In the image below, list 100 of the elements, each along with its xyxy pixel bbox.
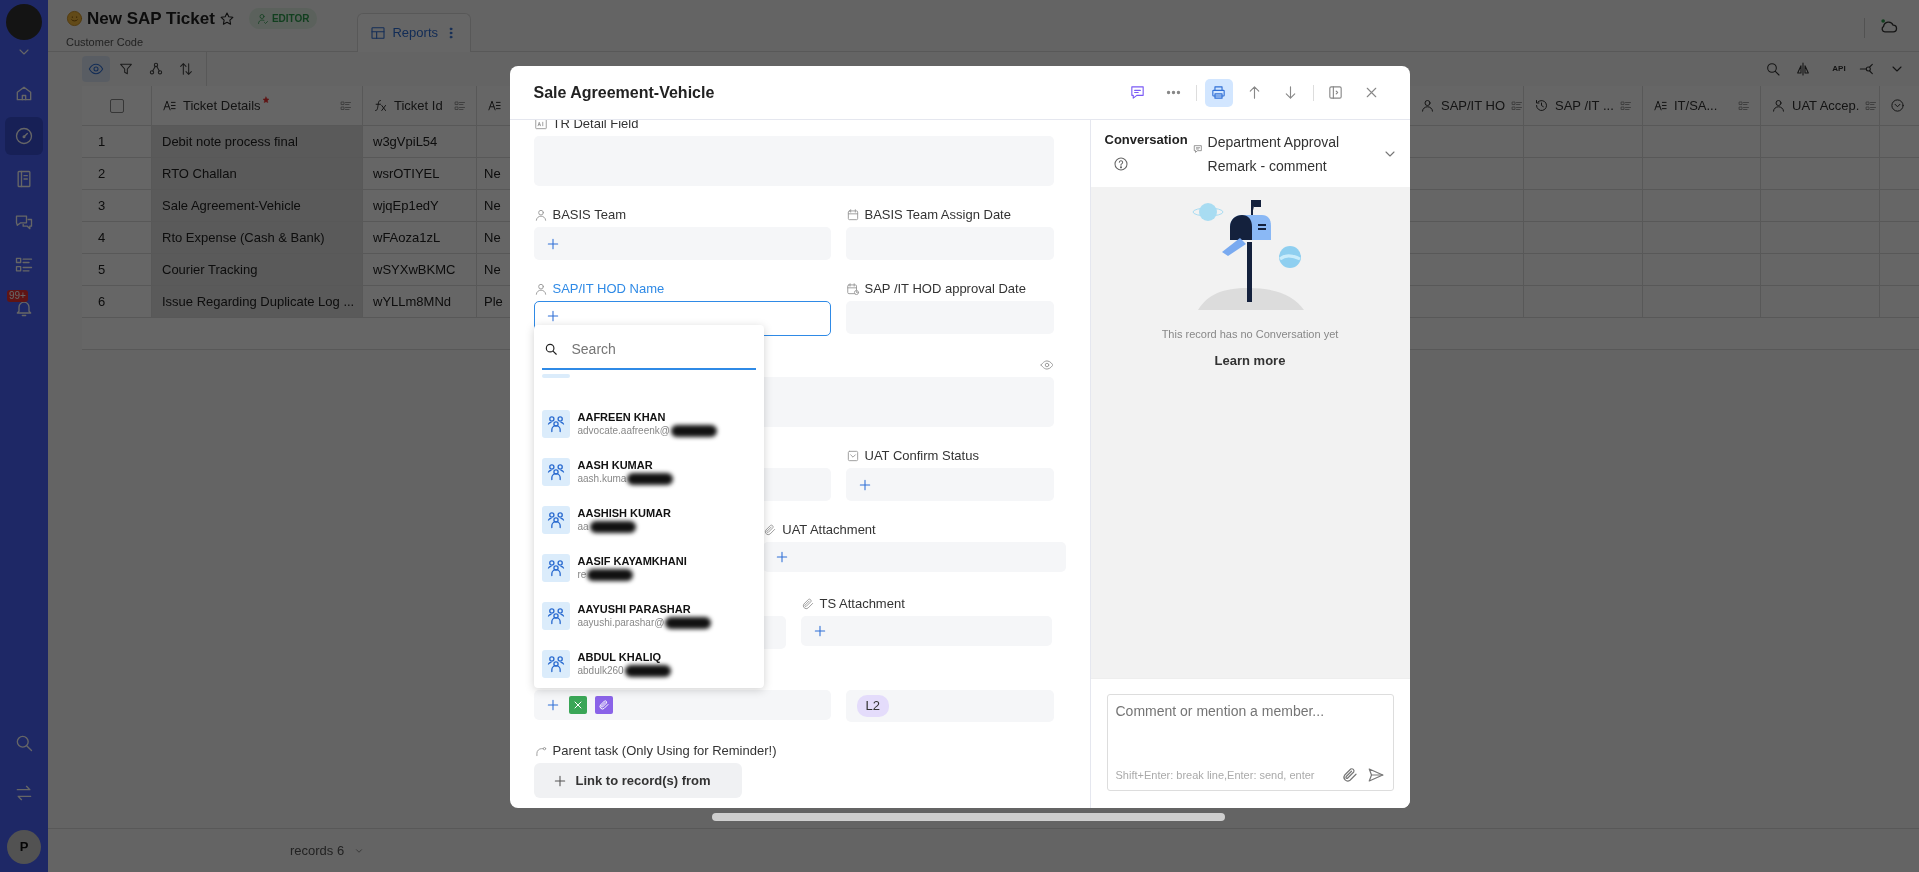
member-email: aa — [577, 520, 589, 534]
column-header[interactable]: UAT Accep. — [1792, 95, 1860, 116]
table-cell-text: RTO Challan — [162, 164, 237, 183]
sort-icon — [178, 61, 194, 77]
row-number: 3 — [98, 196, 106, 215]
gauge-icon — [14, 126, 34, 146]
search-input[interactable]: Search — [569, 337, 720, 361]
column-menu-icon[interactable] — [454, 99, 466, 112]
paperclip-icon — [800, 597, 815, 611]
input-field[interactable] — [533, 227, 831, 260]
search-icon — [543, 342, 558, 356]
sidebar-button[interactable] — [5, 117, 43, 155]
table-cell-text: Rto Expense (Cash & Bank) — [162, 228, 325, 247]
list-item-edge — [541, 374, 570, 378]
member-option[interactable]: AASIF KAYAMKHANI re — [541, 552, 756, 600]
help-icon[interactable] — [1112, 155, 1129, 172]
filter-icon — [118, 61, 134, 77]
group-avatar-icon — [541, 506, 570, 534]
sidebar-button[interactable]: 99+ — [5, 289, 43, 327]
table-cell-text: Ne — [484, 196, 501, 215]
swap-arrows-icon[interactable] — [14, 783, 34, 803]
group-avatar-icon — [541, 650, 570, 678]
search-icon[interactable] — [14, 733, 34, 753]
toolbar-button[interactable] — [82, 56, 110, 82]
member-email: re — [577, 568, 587, 582]
connector-icon[interactable] — [1859, 61, 1875, 77]
field-label: SAP/IT HOD Name — [552, 280, 665, 299]
view-label: Reports — [392, 24, 438, 43]
column-header[interactable]: SAP /IT ... — [1555, 95, 1614, 116]
filter-comment-icon — [1192, 144, 1203, 154]
column-menu-icon[interactable] — [1865, 99, 1878, 112]
column-menu-icon[interactable] — [1620, 99, 1632, 112]
row-number: 2 — [98, 164, 106, 183]
member-email: aayushi.parashar@ — [577, 616, 665, 630]
avatar[interactable] — [6, 4, 42, 40]
role-badge: EDITOR — [248, 8, 318, 30]
conversation-filter[interactable]: Department Approval Remark - comment — [1207, 130, 1368, 187]
column-header[interactable]: Ticket Details — [183, 95, 261, 116]
redaction-mark — [627, 473, 674, 485]
member-name: AAFREEN KHAN — [577, 410, 667, 424]
notification-badge: 99+ — [7, 290, 28, 302]
comment-field[interactable]: Comment or mention a member... Shift+Enter: break line,Enter: send, enter — [1106, 694, 1394, 791]
input-field[interactable] — [800, 616, 1052, 646]
history-icon — [1534, 98, 1549, 113]
star-icon[interactable] — [218, 10, 235, 27]
column-menu-icon[interactable] — [340, 99, 352, 112]
member-name: AASHISH KUMAR — [577, 506, 671, 520]
level-tag: L2 — [856, 695, 889, 717]
column-header[interactable]: SAP/IT HO — [1441, 95, 1506, 116]
formula-icon — [373, 98, 388, 113]
learn-more-link[interactable]: Learn more — [1214, 350, 1286, 370]
member-option[interactable]: AAYUSHI PARASHAR aayushi.parashar@ — [541, 600, 756, 648]
link-file-icon[interactable] — [594, 696, 613, 714]
member-option[interactable]: ABDUL KHALIQ abdulk260 — [541, 648, 756, 688]
view-tab[interactable]: Reports — [357, 13, 471, 52]
column-header[interactable]: IT/SA... — [1674, 95, 1718, 116]
empty-state-text: This record has no Conversation yet — [1161, 327, 1339, 342]
row-number: 5 — [98, 260, 106, 279]
group-avatar-icon — [541, 410, 570, 438]
person-icon — [1771, 98, 1786, 113]
table-cell-text: Ne — [484, 164, 501, 183]
member-option[interactable]: AASHISH KUMAR aa — [541, 504, 756, 552]
spreadsheet-file-icon[interactable] — [568, 696, 587, 714]
field-label: SAP /IT HOD approval Date — [864, 280, 1026, 299]
send-icon[interactable] — [1366, 766, 1385, 784]
redaction-mark — [587, 569, 634, 581]
calendar-clock-icon — [845, 282, 860, 296]
field-label: UAT Confirm Status — [864, 447, 979, 466]
member-option[interactable]: AASH KUMAR aash.kuma — [541, 456, 756, 504]
records-count: records 6 — [290, 841, 345, 860]
member-email: advocate.aafreenk@ — [577, 424, 670, 438]
grid-icon — [370, 25, 387, 41]
group-avatar-icon — [541, 458, 570, 486]
subtitle: Customer Code — [66, 34, 145, 50]
eye-icon[interactable] — [1039, 358, 1054, 372]
user-avatar[interactable]: P — [7, 830, 41, 864]
column-header[interactable]: Ticket Id — [394, 95, 443, 116]
redaction-mark — [665, 617, 712, 629]
redaction-mark — [670, 425, 717, 437]
field-label: UAT Attachment — [782, 521, 876, 540]
link-record-button[interactable]: Link to record(s) from — [533, 763, 742, 798]
input-field[interactable]: L2 — [845, 690, 1054, 722]
column-menu-icon[interactable] — [1738, 99, 1750, 112]
person-icon — [533, 282, 548, 296]
input-field[interactable] — [763, 542, 1066, 572]
mirror-triangles-icon[interactable] — [1795, 61, 1811, 77]
table-cell-text: wsrOTIYEL — [373, 164, 440, 183]
text-field-icon — [1653, 98, 1668, 113]
member-option[interactable]: AAFREEN KHAN advocate.aafreenk@ — [541, 408, 756, 456]
input-field[interactable] — [845, 468, 1054, 501]
table-cell-text: wFAoza1zL — [373, 228, 441, 247]
horizontal-scrollbar[interactable] — [712, 813, 1225, 821]
input-field[interactable] — [533, 690, 831, 720]
column-menu-icon[interactable] — [1511, 99, 1523, 112]
select-all-checkbox[interactable] — [109, 98, 124, 113]
print-button[interactable] — [1204, 78, 1233, 107]
search-icon[interactable] — [1765, 61, 1781, 77]
hook-icon — [533, 744, 548, 758]
paperclip-icon[interactable] — [1340, 766, 1359, 784]
api-button[interactable]: API — [1825, 56, 1853, 82]
